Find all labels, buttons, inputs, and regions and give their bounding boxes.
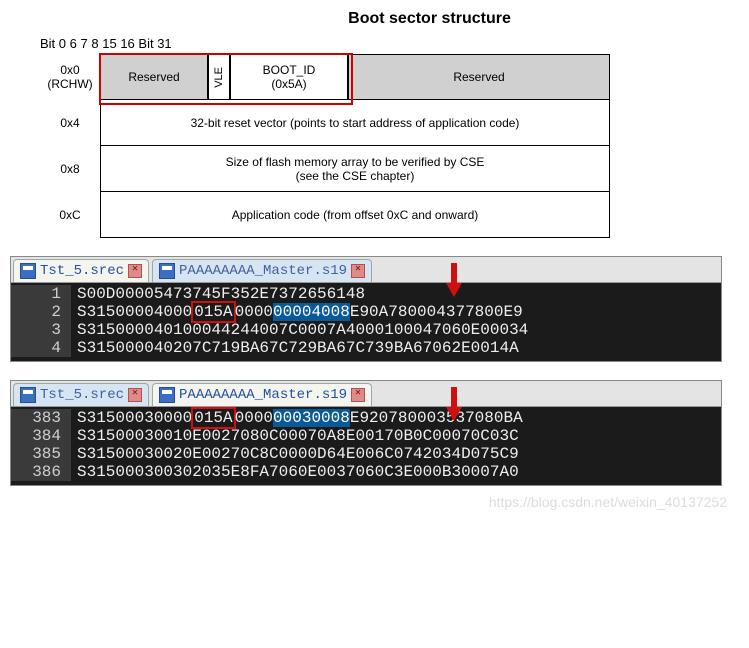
bit31-label: Bit 31: [138, 36, 171, 51]
arrow-icon: [443, 387, 465, 421]
highlight-selection: 00030008: [273, 409, 350, 427]
hex-editor-2: Tst_5.srec PAAAAAAAA_Master.s19 383S3150…: [10, 380, 722, 486]
row-0x0: 0x0 (RCHW) Reserved VLE BOOT_ID (0x5A) R…: [40, 54, 739, 100]
code-text: S31500030010E0027080C00070A8E00170B0C000…: [71, 427, 721, 445]
bit16-label: 16: [120, 36, 134, 51]
hex-editor-1: Tst_5.srec PAAAAAAAA_Master.s19 1S00D000…: [10, 256, 722, 362]
line-number: 385: [11, 445, 71, 463]
row-0xC: 0xC Application code (from offset 0xC an…: [40, 192, 739, 238]
code-text: S00D00005473745F352E7372656148: [71, 285, 721, 303]
tab-master-s19[interactable]: PAAAAAAAA_Master.s19: [152, 259, 372, 282]
highlight-box-red: 015A: [191, 301, 235, 323]
code-line: 383S31500030000015A000000030008E92078000…: [11, 409, 721, 427]
tab-tst5-srec[interactable]: Tst_5.srec: [13, 259, 149, 282]
arrow-icon: [443, 263, 465, 297]
line-number: 2: [11, 303, 71, 321]
close-icon[interactable]: [351, 264, 365, 278]
code-line: 385S31500030020E00270C8C0000D64E006C0742…: [11, 445, 721, 463]
bit15-label: 15: [102, 36, 116, 51]
code-line: 384S31500030010E0027080C00070A8E00170B0C…: [11, 427, 721, 445]
addr-0x4: 0x4: [40, 116, 100, 130]
bit6-label: 6: [70, 36, 77, 51]
vle-cell: VLE: [208, 54, 230, 100]
row-0x4: 0x4 32-bit reset vector (points to start…: [40, 100, 739, 146]
code-line: 1S00D00005473745F352E7372656148: [11, 285, 721, 303]
code-text: S315000300302035E8FA7060E0037060C3E000B3…: [71, 463, 721, 481]
bit8-label: 8: [91, 36, 98, 51]
row-0x8: 0x8 Size of flash memory array to be ver…: [40, 146, 739, 192]
boot-id-cell: BOOT_ID (0x5A): [230, 54, 348, 100]
line-number: 1: [11, 285, 71, 303]
save-icon: [20, 263, 36, 279]
tab-label: Tst_5.srec: [40, 387, 124, 403]
tab-label: PAAAAAAAA_Master.s19: [179, 387, 347, 403]
code-line: 4S315000040207C719BA67C729BA67C739BA6706…: [11, 339, 721, 357]
addr-rchw: (RCHW): [40, 77, 100, 91]
flash-size-cell: Size of flash memory array to be verifie…: [100, 146, 610, 192]
tab-label: PAAAAAAAA_Master.s19: [179, 263, 347, 279]
save-icon: [159, 263, 175, 279]
code-text: S315000040207C719BA67C729BA67C739BA67062…: [71, 339, 721, 357]
code-line: 386S315000300302035E8FA7060E0037060C3E00…: [11, 463, 721, 481]
app-code-cell: Application code (from offset 0xC and on…: [100, 192, 610, 238]
addr-0x8: 0x8: [40, 162, 100, 176]
close-icon[interactable]: [128, 388, 142, 402]
line-number: 3: [11, 321, 71, 339]
code-text: S315000040100044244007C0007A400010004706…: [71, 321, 721, 339]
highlight-selection: 00004008: [273, 303, 350, 321]
highlight-box-red: 015A: [191, 407, 235, 429]
addr-0xC: 0xC: [40, 208, 100, 222]
reset-vector-cell: 32-bit reset vector (points to start add…: [100, 100, 610, 146]
tab-bar-2: Tst_5.srec PAAAAAAAA_Master.s19: [11, 381, 721, 407]
addr-0x0: 0x0: [40, 63, 100, 77]
bit-label-row: Bit 0 6 7 8 15 16 Bit 31: [40, 36, 739, 54]
bit0-label: Bit 0: [40, 36, 66, 51]
code-line: 3S315000040100044244007C0007A40001000470…: [11, 321, 721, 339]
code-line: 2S31500004000015A000000004008E90A7800043…: [11, 303, 721, 321]
bit7-label: 7: [81, 36, 88, 51]
reserved-bits0-6: Reserved: [100, 54, 208, 100]
close-icon[interactable]: [128, 264, 142, 278]
line-number: 384: [11, 427, 71, 445]
code-text: S31500030000015A000000030008E92078000353…: [71, 409, 721, 427]
code-text: S31500030020E00270C8C0000D64E006C0742034…: [71, 445, 721, 463]
close-icon[interactable]: [351, 388, 365, 402]
tab-bar-1: Tst_5.srec PAAAAAAAA_Master.s19: [11, 257, 721, 283]
tab-master-s19[interactable]: PAAAAAAAA_Master.s19: [152, 383, 372, 406]
code-area-2[interactable]: 383S31500030000015A000000030008E92078000…: [11, 407, 721, 485]
tab-tst5-srec[interactable]: Tst_5.srec: [13, 383, 149, 406]
reserved-bits16-31: Reserved: [348, 54, 610, 100]
watermark: https://blog.csdn.net/weixin_40137252: [10, 494, 739, 510]
line-number: 383: [11, 409, 71, 427]
line-number: 4: [11, 339, 71, 357]
diagram-title: Boot sector structure: [120, 10, 739, 28]
tab-label: Tst_5.srec: [40, 263, 124, 279]
save-icon: [159, 387, 175, 403]
code-area-1[interactable]: 1S00D00005473745F352E73726561482S3150000…: [11, 283, 721, 361]
code-text: S31500004000015A000000004008E90A78000437…: [71, 303, 721, 321]
line-number: 386: [11, 463, 71, 481]
save-icon: [20, 387, 36, 403]
